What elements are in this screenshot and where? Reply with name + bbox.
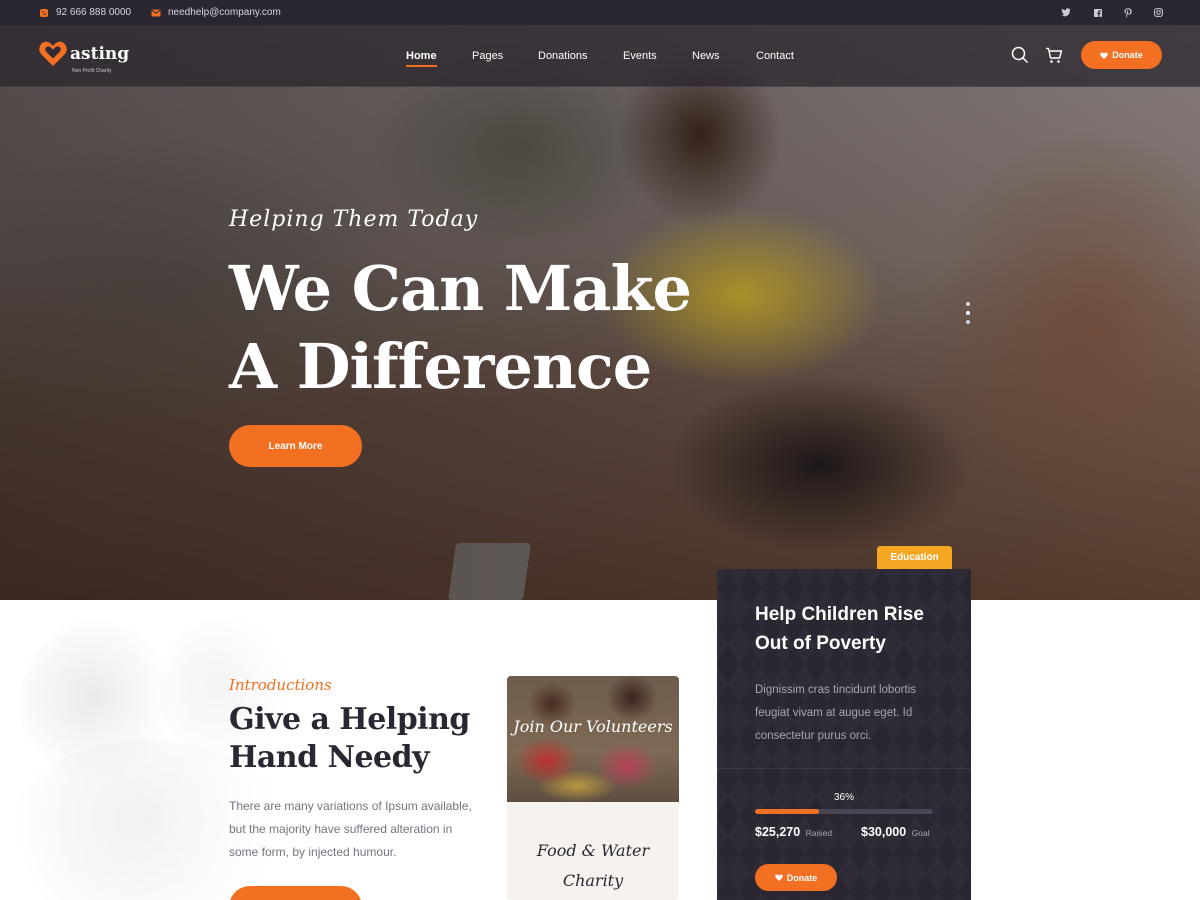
nav-item-news[interactable]: News <box>692 25 720 87</box>
logo-wordmark: asting <box>70 44 130 64</box>
nav-item-home[interactable]: Home <box>406 25 437 87</box>
search-icon[interactable] <box>1010 45 1030 65</box>
email-address: needhelp@company.com <box>168 7 281 18</box>
slider-dot[interactable] <box>966 320 970 324</box>
instagram-icon[interactable] <box>1151 0 1165 25</box>
raised-amount: $25,270 Raised <box>755 825 832 839</box>
hero-script-heading: Helping Them Today <box>229 207 479 232</box>
donation-card-text: Dignissim cras tincidunt lobortis feugia… <box>755 684 917 742</box>
raised-value: $25,270 <box>755 825 801 839</box>
cart-icon[interactable] <box>1044 45 1064 65</box>
donation-card: Help Children Rise Out of Poverty Dignis… <box>717 569 971 900</box>
phone-contact[interactable]: 92 666 888 0000 <box>38 0 131 25</box>
hero-title: We Can Make A Difference <box>229 252 692 403</box>
nav-item-pages[interactable]: Pages <box>472 25 503 87</box>
goal-value: $30,000 <box>861 825 907 839</box>
progress-bar <box>755 809 933 814</box>
phone-number: 92 666 888 0000 <box>56 7 132 18</box>
intro-button[interactable] <box>229 886 362 900</box>
header-donate-button[interactable]: Donate <box>1081 41 1162 69</box>
donation-card-divider <box>717 768 971 769</box>
intro-eyebrow: Introductions <box>229 676 332 694</box>
volunteer-card[interactable]: Join Our Volunteers Food & Water Charity <box>507 676 679 900</box>
heart-icon <box>1100 51 1108 59</box>
nav-item-events[interactable]: Events <box>623 25 657 87</box>
twitter-icon[interactable] <box>1059 0 1073 25</box>
slider-pagination <box>966 302 970 324</box>
nav-item-donations[interactable]: Donations <box>538 25 588 87</box>
card-donate-button[interactable]: Donate <box>755 864 837 891</box>
progress-bar-fill <box>755 809 820 814</box>
envelope-icon <box>150 7 162 19</box>
card-donate-label: Donate <box>786 872 818 883</box>
learn-more-button[interactable]: Learn More <box>229 425 362 467</box>
goal-label: Goal <box>911 828 930 838</box>
pinterest-icon[interactable] <box>1121 0 1135 25</box>
intro-title: Give a Helping Hand Needy <box>229 702 470 775</box>
site-logo[interactable]: asting Non Profit Charity <box>38 40 130 74</box>
intro-text: There are many variations of Ipsum avail… <box>229 799 472 859</box>
header-donate-label: Donate <box>1112 50 1143 60</box>
slider-dot-active[interactable] <box>966 311 970 315</box>
raised-label: Raised <box>805 828 833 838</box>
goal-amount: $30,000 Goal <box>861 825 930 839</box>
phone-icon <box>38 7 50 19</box>
category-tag[interactable]: Education <box>877 546 952 569</box>
heart-logo-icon <box>39 41 67 66</box>
progress-percent: 36% <box>833 792 854 803</box>
nav-item-contact[interactable]: Contact <box>756 25 794 87</box>
logo-tagline: Non Profit Charity <box>72 68 112 74</box>
donation-card-title[interactable]: Help Children Rise Out of Poverty <box>755 600 945 658</box>
facebook-icon[interactable] <box>1091 0 1105 25</box>
top-info-bar: 92 666 888 0000 needhelp@company.com <box>0 0 1200 25</box>
slider-dot[interactable] <box>966 302 970 306</box>
heart-icon <box>774 874 783 881</box>
email-contact[interactable]: needhelp@company.com <box>150 0 281 25</box>
volunteer-card-image-text: Join Our Volunteers <box>513 717 673 736</box>
volunteer-card-caption: Food & Water Charity <box>536 841 650 890</box>
